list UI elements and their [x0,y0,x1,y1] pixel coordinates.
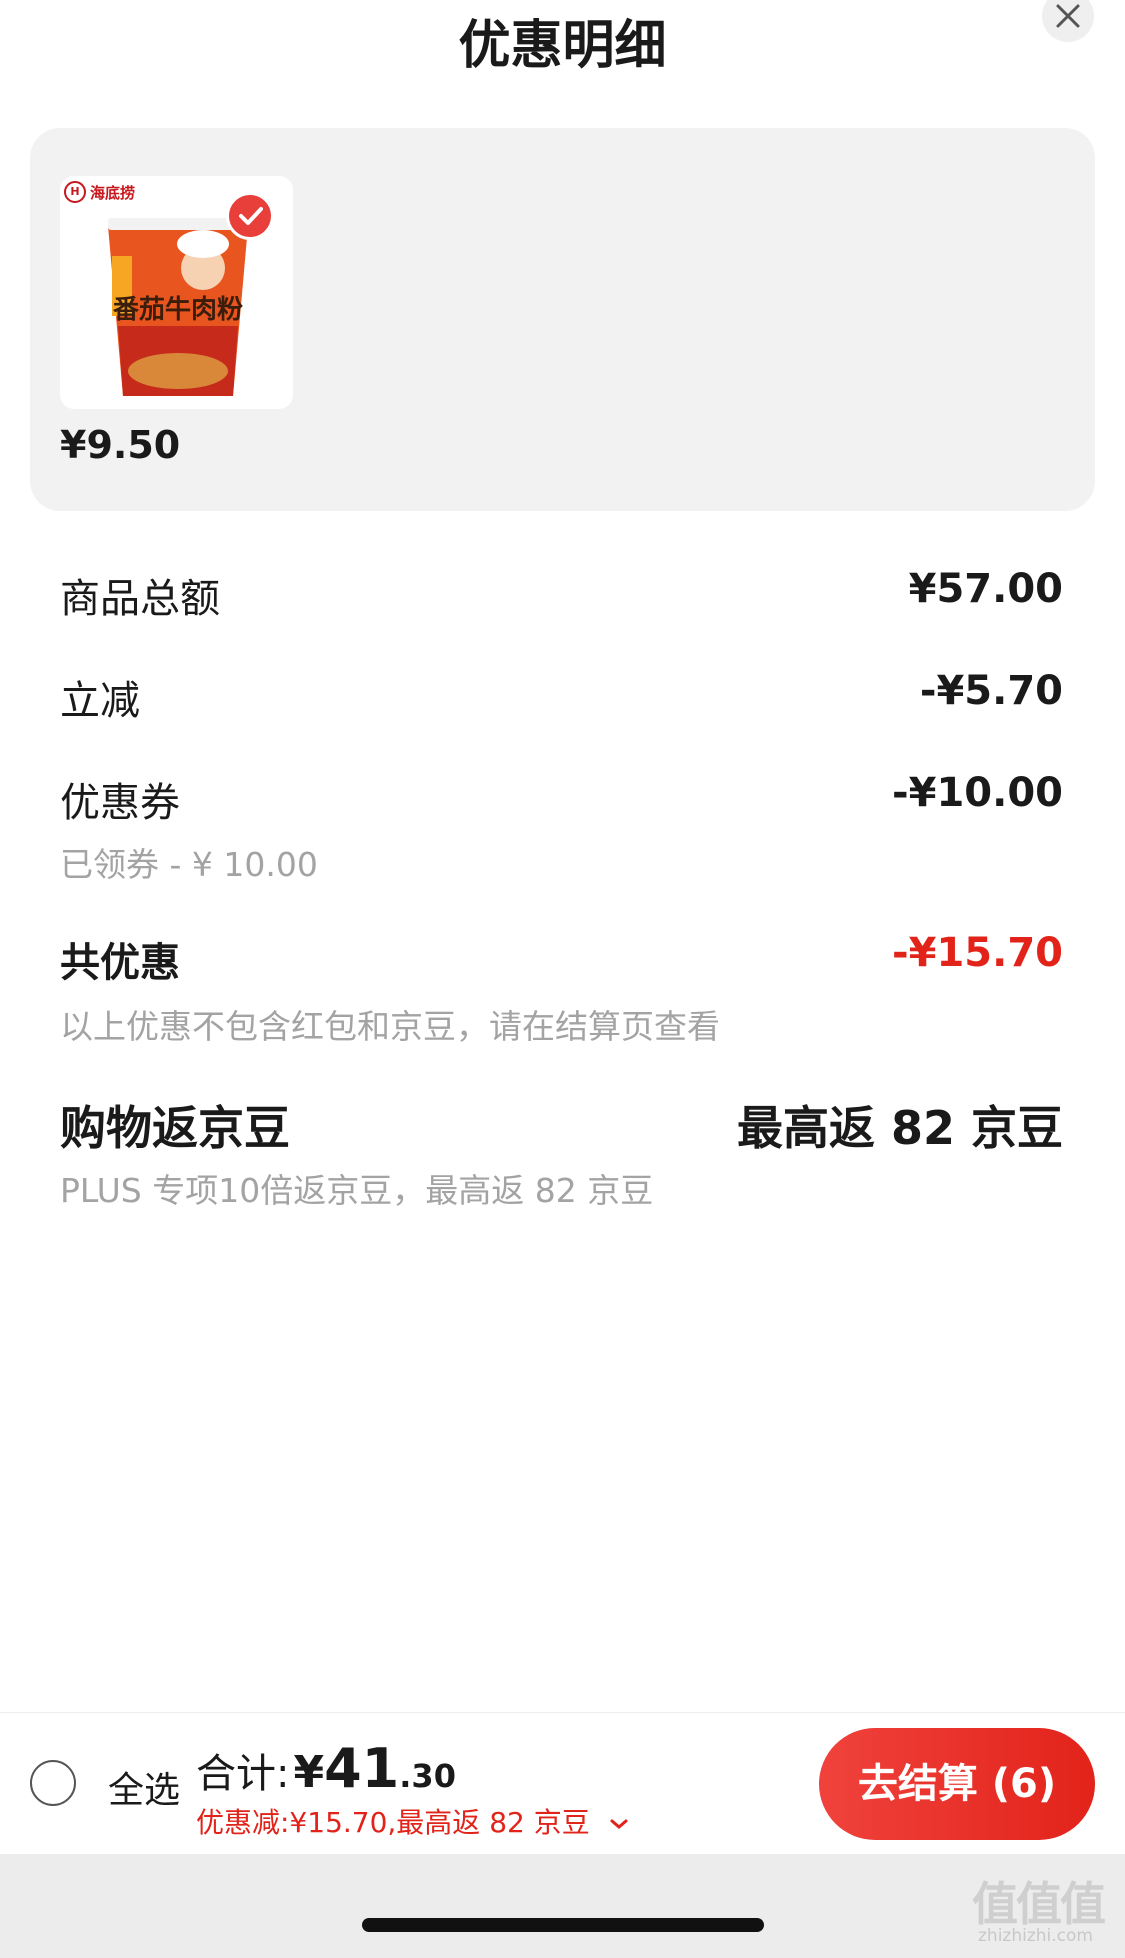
package-label: 番茄牛肉粉 [113,295,243,325]
jd-beans-value: 最高返 82 京豆 [736,1101,1063,1155]
product-image: 番茄牛肉粉 [108,218,248,396]
checkout-button[interactable]: 去结算 (6) [819,1728,1095,1840]
total-discount-row: 共优惠 -¥15.70 [60,930,1063,986]
total-discount-value: -¥15.70 [892,930,1063,976]
coupon-row: 优惠券 -¥10.00 [60,770,1063,826]
home-indicator[interactable] [362,1918,764,1932]
close-icon [1056,4,1080,28]
total-currency: ¥ [293,1747,325,1798]
discount-summary-text: 优惠减:¥15.70,最高返 82 京豆 [196,1806,590,1839]
product-price: ¥9.50 [60,423,181,467]
subtotal-label: 商品总额 [60,576,220,622]
instant-discount-label: 立减 [60,678,140,724]
subtotal-value: ¥57.00 [908,566,1063,612]
page-title: 优惠明细 [458,16,667,76]
brand-name: 海底捞 [90,183,136,202]
jd-beans-note: PLUS 专项10倍返京豆，最高返 82 京豆 [60,1171,654,1210]
coupon-note: 已领券 - ¥ 10.00 [60,845,318,884]
watermark-logo: 值值值 [972,1877,1106,1931]
product-card: H 海底捞 番茄牛肉粉 ¥9.50 [30,128,1095,511]
total-discount-note: 以上优惠不包含红包和京豆，请在结算页查看 [60,1007,720,1046]
select-all-label[interactable]: 全选 [108,1761,180,1813]
instant-discount-row: 立减 -¥5.70 [60,668,1063,724]
total-discount-label: 共优惠 [60,940,180,986]
brand-mark-icon: H [64,181,86,203]
coupon-value: -¥10.00 [892,770,1063,816]
watermark-url: zhizhizhi.com [978,1926,1093,1946]
jd-beans-label: 购物返京豆 [60,1101,290,1155]
total-label: 合计: [196,1751,290,1797]
home-indicator-area: 值值值 zhizhizhi.com [0,1854,1125,1958]
checkout-bar: 全选 合计:¥41.30 优惠减:¥15.70,最高返 82 京豆 去结算 (6… [0,1712,1125,1855]
check-icon [239,207,263,225]
subtotal-row: 商品总额 ¥57.00 [60,566,1063,622]
chevron-down-icon [610,1819,628,1829]
total-amount: 合计:¥41.30 [196,1737,456,1800]
instant-discount-value: -¥5.70 [919,668,1063,714]
total-integer: 41 [324,1737,400,1800]
jd-beans-row: 购物返京豆 最高返 82 京豆 [60,1092,1063,1156]
discount-summary[interactable]: 优惠减:¥15.70,最高返 82 京豆 [196,1801,629,1841]
brand-logo: H 海底捞 [64,180,135,204]
total-decimal: .30 [399,1757,456,1795]
selected-badge[interactable] [226,192,274,240]
select-all-radio[interactable] [30,1760,76,1806]
coupon-label: 优惠券 [60,780,180,826]
product-thumbnail[interactable]: H 海底捞 番茄牛肉粉 [60,176,293,409]
